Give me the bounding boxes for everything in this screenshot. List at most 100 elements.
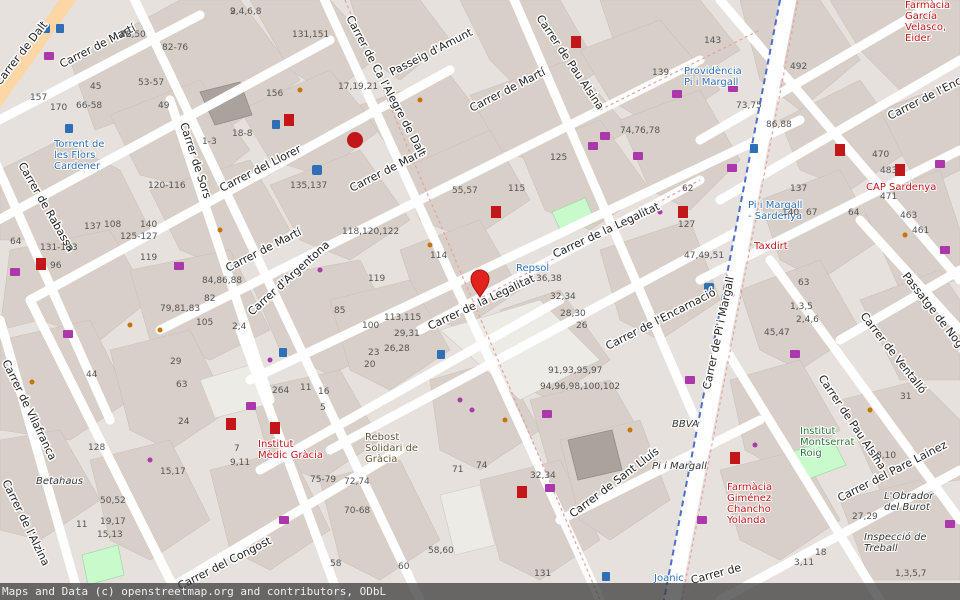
house-number: 461 bbox=[912, 226, 929, 236]
house-number: 463 bbox=[900, 211, 917, 221]
house-number: 119 bbox=[368, 274, 385, 284]
house-number: 71 bbox=[452, 465, 463, 475]
house-number: 16 bbox=[318, 387, 330, 397]
house-number: 128 bbox=[88, 443, 105, 453]
house-number: 96 bbox=[50, 261, 62, 271]
house-number: 85 bbox=[334, 306, 345, 316]
house-number: 140 bbox=[140, 220, 157, 230]
house-number: 60 bbox=[398, 562, 410, 572]
house-number: 49 bbox=[158, 101, 170, 111]
house-number: 113,115 bbox=[384, 313, 421, 323]
poi-label-bbva: BBVA bbox=[672, 419, 699, 430]
house-number: 143 bbox=[704, 36, 721, 46]
house-number: 70-68 bbox=[344, 506, 370, 516]
house-number: 5 bbox=[320, 403, 326, 413]
house-number: 67 bbox=[806, 208, 817, 218]
house-number: 29 bbox=[170, 357, 182, 367]
house-number: 105 bbox=[196, 318, 213, 328]
attribution-bar: Maps and Data (c) openstreetmap.org and … bbox=[0, 583, 960, 600]
house-number: 1-3 bbox=[202, 137, 217, 147]
house-number: 55,57 bbox=[452, 186, 478, 196]
house-number: 63 bbox=[176, 380, 187, 390]
house-number: 45 bbox=[90, 82, 101, 92]
house-number: 8,10 bbox=[876, 451, 896, 461]
house-number: 11 bbox=[76, 520, 87, 530]
house-number: 84,86,88 bbox=[202, 276, 242, 286]
house-number: 74,76,78 bbox=[620, 126, 660, 136]
house-number: 18-8 bbox=[232, 129, 253, 139]
house-number: 127 bbox=[678, 220, 695, 230]
house-number: 64 bbox=[848, 208, 860, 218]
house-number: 50,52 bbox=[100, 496, 126, 506]
house-number: 28,30 bbox=[560, 309, 586, 319]
house-number: 27,29 bbox=[852, 512, 878, 522]
poi-label-pi-margall: Pi i Margall bbox=[652, 461, 707, 472]
house-number: 470 bbox=[872, 150, 889, 160]
house-number: 11 bbox=[300, 383, 311, 393]
house-number: 47,49,51 bbox=[684, 251, 724, 261]
house-number: 66-58 bbox=[76, 101, 102, 111]
house-number: 264 bbox=[272, 386, 289, 396]
house-number: 19,17 bbox=[100, 517, 126, 527]
house-number: 7 bbox=[234, 444, 240, 454]
house-number: 1,3,5 bbox=[790, 302, 813, 312]
house-number: 137 bbox=[84, 222, 101, 232]
house-number: 29,31 bbox=[394, 329, 420, 339]
house-number: 32,34 bbox=[530, 471, 556, 481]
house-number: 2,4,6 bbox=[796, 315, 819, 325]
map-canvas[interactable]: Carrer de la Legalitat Carrer de la Lega… bbox=[0, 0, 960, 600]
house-number: 3,11 bbox=[794, 558, 814, 568]
house-number: 15,17 bbox=[160, 467, 186, 477]
house-number: 131,151 bbox=[292, 30, 329, 40]
house-number: 9 bbox=[230, 7, 236, 17]
house-number: 94,96,98,100,102 bbox=[540, 382, 620, 392]
house-number: 72,74 bbox=[344, 477, 370, 487]
house-number: 120-116 bbox=[148, 181, 186, 191]
house-number: 62 bbox=[682, 184, 693, 194]
house-number: 64 bbox=[10, 237, 22, 247]
house-number: 156 bbox=[266, 89, 283, 99]
house-number: 58 bbox=[330, 559, 342, 569]
poi-label-taxdirt: Taxdirt bbox=[753, 241, 788, 252]
house-number: 108 bbox=[104, 220, 121, 230]
house-number: 26 bbox=[576, 321, 588, 331]
house-number: 44 bbox=[86, 370, 98, 380]
house-number: 31 bbox=[900, 392, 911, 402]
house-number: 471 bbox=[880, 192, 897, 202]
house-number: 82 bbox=[204, 294, 215, 304]
house-number: 119 bbox=[140, 253, 157, 263]
house-number: 17,19,21 bbox=[338, 82, 378, 92]
house-number: 36,38 bbox=[536, 274, 562, 284]
house-number: 24 bbox=[178, 417, 190, 427]
house-number: 73,75 bbox=[736, 101, 762, 111]
house-number: 22 bbox=[120, 30, 131, 40]
house-number: 100 bbox=[362, 321, 379, 331]
map-svg: Carrer de la Legalitat Carrer de la Lega… bbox=[0, 0, 960, 600]
house-number: 53-57 bbox=[138, 78, 164, 88]
house-number: 9,11 bbox=[230, 458, 250, 468]
house-number: 74 bbox=[476, 461, 488, 471]
poi-label-cap-sardenya: CAP Sardenya bbox=[866, 182, 936, 193]
house-number: 483 bbox=[880, 166, 897, 176]
house-number: 86,88 bbox=[766, 120, 792, 130]
house-number: 26,28 bbox=[384, 344, 410, 354]
house-number: 63 bbox=[798, 278, 809, 288]
house-number: 131-133 bbox=[40, 243, 78, 253]
house-number: 170 bbox=[50, 103, 67, 113]
house-number: 114 bbox=[430, 251, 447, 261]
house-number: 15,13 bbox=[97, 530, 123, 540]
house-number: 115 bbox=[508, 184, 525, 194]
house-number: 45,47 bbox=[764, 328, 790, 338]
poi-label-repsol: Repsol bbox=[516, 263, 549, 274]
house-number: 157 bbox=[30, 93, 47, 103]
house-number: 118,120,122 bbox=[342, 227, 399, 237]
poi-label-betahaus: Betahaus bbox=[36, 476, 83, 487]
poi-label-farmacia-gimenez: Farmàcia Giménez Chancho Yolanda bbox=[726, 481, 772, 526]
house-number: 82-76 bbox=[162, 43, 188, 53]
house-number: 125 bbox=[550, 153, 567, 163]
house-number: 125-127 bbox=[120, 232, 158, 242]
house-number: 492 bbox=[790, 62, 807, 72]
house-number: 23 bbox=[368, 348, 379, 358]
house-number: 91,93,95,97 bbox=[548, 366, 602, 376]
house-number: 139 bbox=[652, 68, 669, 78]
